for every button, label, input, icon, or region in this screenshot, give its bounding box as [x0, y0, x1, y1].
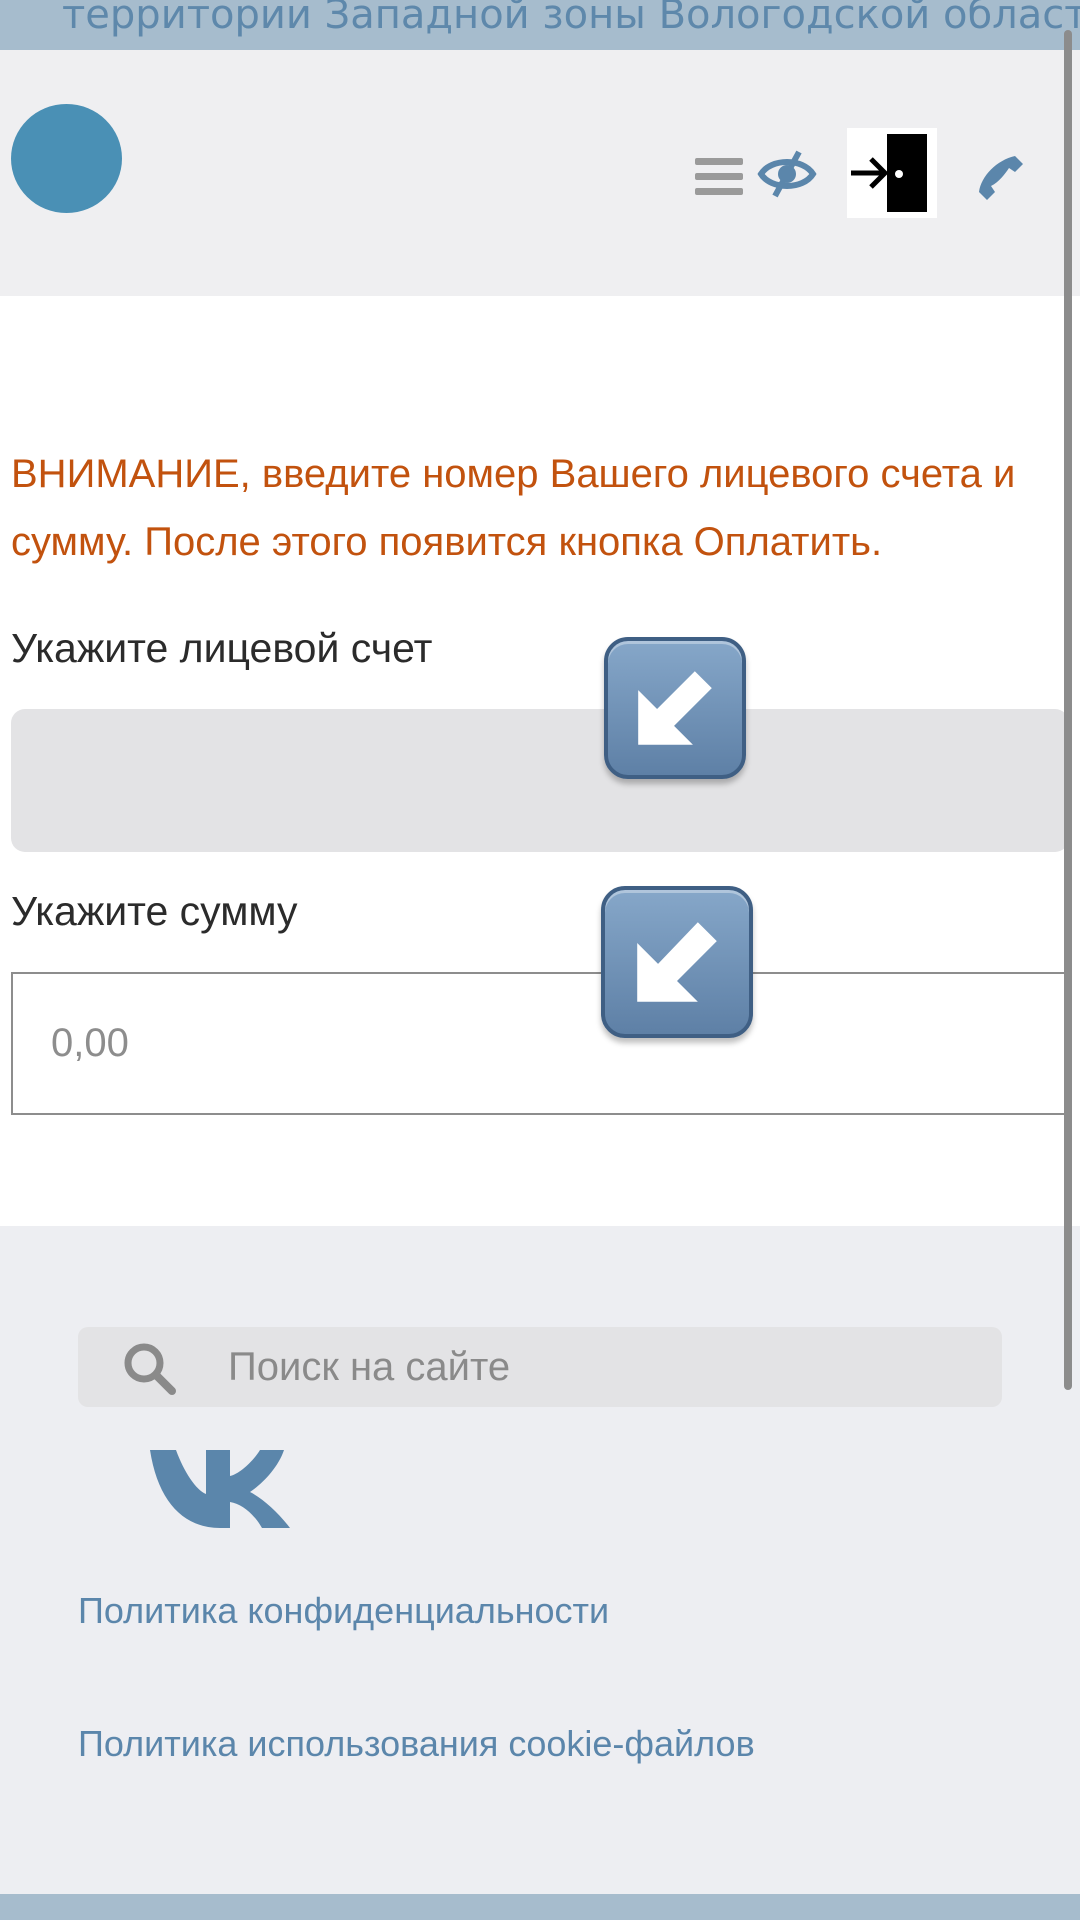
sum-label: Укажите сумму: [11, 888, 298, 934]
cookie-policy-link[interactable]: Политика использования cookie-файлов: [78, 1723, 755, 1765]
phone-icon[interactable]: [975, 152, 1027, 204]
logo[interactable]: [11, 104, 122, 213]
eye-slash-icon[interactable]: [757, 148, 817, 200]
arrow-down-left-icon: [601, 886, 753, 1038]
privacy-policy-link[interactable]: Политика конфиденциальности: [78, 1590, 609, 1632]
exit-icon[interactable]: [847, 128, 937, 218]
search-bar[interactable]: [78, 1327, 1002, 1407]
bottom-bar: [0, 1894, 1080, 1920]
arrow-down-left-icon: [604, 637, 746, 779]
site-footer: Политика конфиденциальности Политика исп…: [0, 1226, 1080, 1894]
search-input[interactable]: [228, 1327, 988, 1407]
site-header: [0, 50, 1080, 296]
vk-icon[interactable]: [150, 1446, 296, 1530]
top-banner: территории Западной зоны Вологодской обл…: [0, 0, 1080, 50]
sum-input[interactable]: [11, 972, 1069, 1115]
account-label: Укажите лицевой счет: [11, 625, 433, 671]
org-name-text: территории Западной зоны Вологодской обл…: [62, 0, 1080, 38]
menu-icon[interactable]: [695, 156, 743, 196]
page-scrollbar[interactable]: [1064, 30, 1072, 1390]
account-input[interactable]: [11, 709, 1069, 852]
search-icon[interactable]: [122, 1341, 178, 1397]
attention-notice: ВНИМАНИЕ, введите номер Вашего лицевого …: [11, 452, 1016, 564]
